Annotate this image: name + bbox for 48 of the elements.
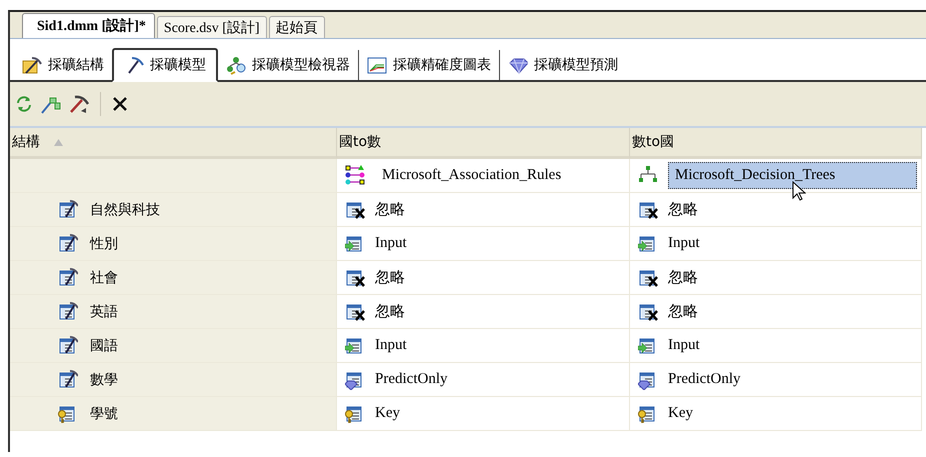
designer-tab[interactable]: 採礦模型預測 (499, 50, 626, 80)
usage-value[interactable]: Input (375, 337, 407, 354)
model-name[interactable]: Microsoft_Association_Rules (375, 162, 568, 189)
chart-icon (367, 54, 387, 76)
designer-tab[interactable]: 採礦結構 (14, 50, 112, 80)
column-header[interactable]: 數to國 (632, 133, 674, 151)
usage-value[interactable]: Input (668, 337, 700, 354)
usage-value[interactable]: 忽略 (668, 268, 698, 287)
column-icon (58, 199, 78, 220)
column-icon (58, 233, 78, 254)
designer-tab[interactable]: 採礦模型檢視器 (218, 50, 358, 80)
usage-value[interactable]: Input (668, 235, 700, 252)
usage-value[interactable]: Key (668, 405, 693, 422)
structure-column-name[interactable]: 國語 (90, 336, 118, 354)
pickaxe-icon (68, 94, 90, 114)
column-icon (58, 369, 78, 390)
refresh-icon (14, 94, 34, 114)
model-name[interactable]: Microsoft_Decision_Trees (668, 162, 917, 189)
structure-column-name[interactable]: 英語 (90, 302, 118, 320)
column-header[interactable]: 國to數 (339, 133, 382, 151)
usage-value[interactable]: PredictOnly (668, 371, 740, 388)
document-tab[interactable]: Sid1.dmm [設計]* (22, 13, 155, 38)
usage-value[interactable]: 忽略 (375, 302, 405, 321)
designer-tab[interactable]: 採礦模型 (112, 48, 218, 82)
column-icon (58, 267, 78, 288)
structure-column-name[interactable]: 性別 (90, 234, 118, 252)
column-icon (58, 301, 78, 322)
usage-value[interactable]: Key (375, 405, 400, 422)
column-header[interactable]: 結構 (12, 133, 40, 151)
structure-column-name[interactable]: 學號 (90, 404, 118, 422)
structure-column-name[interactable]: 數學 (90, 370, 118, 388)
cursor-icon (792, 181, 806, 201)
structure-column-name[interactable]: 社會 (90, 268, 118, 286)
structure-column-name[interactable]: 自然與科技 (90, 200, 160, 218)
column-icon (58, 335, 78, 356)
network-icon (226, 54, 246, 76)
pickaxe-icon (22, 54, 42, 76)
document-tab[interactable]: Score.dsv [設計] (156, 16, 267, 38)
usage-value[interactable]: 忽略 (668, 200, 698, 219)
delete-icon (111, 95, 129, 113)
document-tab[interactable]: 起始頁 (268, 16, 325, 38)
usage-value[interactable]: 忽略 (375, 200, 405, 219)
usage-value[interactable]: PredictOnly (375, 371, 448, 388)
usage-value[interactable]: Input (375, 235, 407, 252)
usage-value[interactable]: 忽略 (668, 302, 698, 321)
rules-icon (345, 165, 365, 186)
designer-tab[interactable]: 採礦精確度圖表 (358, 50, 499, 80)
usage-value[interactable]: 忽略 (375, 268, 405, 287)
